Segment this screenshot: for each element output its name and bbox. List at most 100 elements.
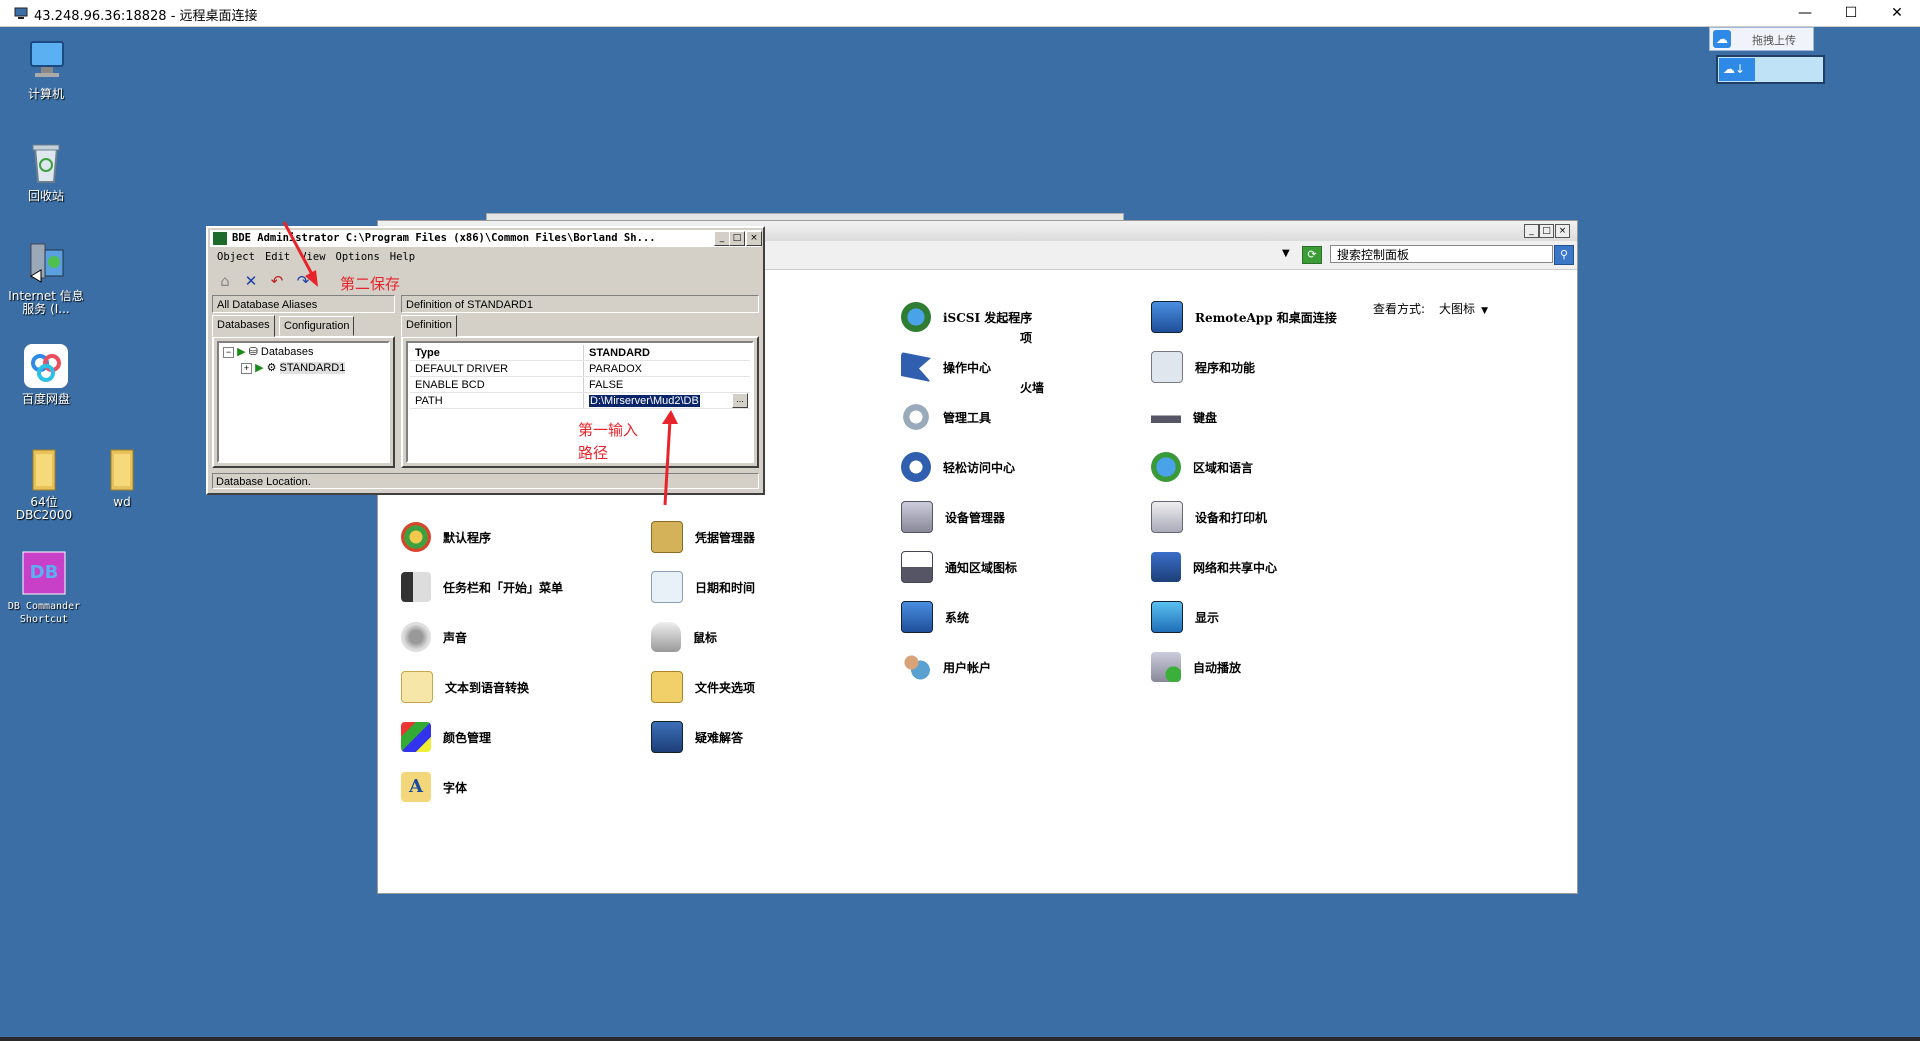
tree-root[interactable]: − ▶ ⛁ Databases (223, 345, 313, 358)
cp-item-sound[interactable]: 声音 (401, 619, 467, 655)
delete-icon[interactable]: ✕ (238, 271, 264, 291)
definition-row[interactable]: PATH D:\Mirserver\Mud2\DB... (410, 392, 750, 409)
desktop-icon-baidu-netdisk[interactable]: 百度网盘 (8, 343, 84, 406)
view-value: 大图标 (1439, 302, 1476, 316)
cp-close-button[interactable]: × (1555, 224, 1570, 238)
minimize-button[interactable]: — (1782, 0, 1828, 26)
cp-item-fonts[interactable]: A 字体 (401, 769, 467, 805)
undo-icon[interactable]: ↶ (264, 271, 290, 291)
cp-item-firewall[interactable]: 火墙 (1020, 369, 1044, 405)
cp-item-iscsi[interactable]: iSCSI 发起程序 (901, 299, 1032, 335)
db-commander-icon: DB (21, 550, 67, 596)
download-arrow-icon: ↓ (1735, 62, 1746, 76)
tab-configuration[interactable]: Configuration (279, 316, 355, 336)
bde-administrator-window: BDE Administrator C:\Program Files (x86)… (206, 226, 765, 495)
menu-view[interactable]: View (295, 249, 330, 265)
cp-item-remoteapp[interactable]: RemoteApp 和桌面连接 (1151, 299, 1337, 335)
cp-item-mouse[interactable]: 鼠标 (651, 619, 717, 655)
search-icon[interactable]: ⚲ (1554, 245, 1574, 265)
cp-item-label: 设备和打印机 (1195, 510, 1268, 525)
cp-item-device-manager[interactable]: 设备管理器 (901, 499, 1005, 535)
baidu-cloud-icon: ☁ (1713, 30, 1731, 48)
desktop-icon-folder-wd[interactable]: wd (84, 446, 160, 509)
definition-row[interactable]: Type STANDARD (410, 345, 750, 361)
maximize-button[interactable]: ☐ (1828, 0, 1874, 26)
cp-item-region[interactable]: 区域和语言 (1151, 449, 1253, 485)
close-button[interactable]: ✕ (1874, 0, 1920, 26)
cp-item-user-accounts[interactable]: 用户帐户 (901, 649, 991, 685)
cp-item-ease-of-access[interactable]: 轻松访问中心 (901, 449, 1015, 485)
definition-value: STANDARD (583, 345, 750, 361)
cp-item-color-management[interactable]: 颜色管理 (401, 719, 491, 755)
desktop-icon-recycle-bin[interactable]: 回收站 (8, 140, 84, 203)
cp-item-programs[interactable]: 程序和功能 (1151, 349, 1255, 385)
open-icon[interactable]: ⌂ (212, 271, 238, 291)
arrow-icon: ▶ (237, 346, 246, 358)
menu-options[interactable]: Options (331, 249, 385, 265)
desktop-icon-db-commander[interactable]: DB DB Commander Shortcut (6, 550, 82, 626)
desktop-icon-iis[interactable]: Internet 信息服务 (I... (8, 240, 84, 316)
refresh-icon[interactable]: ⟳ (1302, 246, 1322, 264)
bde-maximize-button[interactable]: □ (729, 231, 745, 246)
cp-item-admin-tools[interactable]: 管理工具 (901, 399, 991, 435)
view-mode-selector[interactable]: 查看方式: 大图标 ▼ (1373, 300, 1488, 317)
baidu-upload-widget[interactable]: ☁ 拖拽上传 (1709, 27, 1814, 51)
cp-item-default-programs[interactable]: 默认程序 (401, 519, 491, 555)
tab-definition[interactable]: Definition (401, 315, 457, 337)
bde-status-bar: Database Location. (212, 473, 759, 489)
region-icon (1151, 452, 1181, 482)
bde-minimize-button[interactable]: _ (714, 231, 730, 246)
cp-item-label: 用户帐户 (943, 660, 992, 675)
search-input[interactable]: 搜索控制面板 (1330, 245, 1553, 263)
cp-item-display[interactable]: 显示 (1151, 599, 1219, 635)
folder-icon (99, 446, 145, 492)
cp-item-label: 管理工具 (943, 410, 992, 425)
baidu-transfer-box[interactable]: ☁↓ (1716, 55, 1825, 84)
cp-item-system[interactable]: 系统 (901, 599, 969, 635)
cp-item-label: 键盘 (1193, 410, 1218, 425)
cp-item-taskbar[interactable]: 任务栏和「开始」菜单 (401, 569, 563, 605)
iis-icon (23, 240, 69, 286)
desktop-icon-computer[interactable]: 计算机 (8, 38, 84, 101)
definition-row[interactable]: ENABLE BCD FALSE (410, 376, 750, 393)
cp-item-folder-options[interactable]: 文件夹选项 (651, 669, 755, 705)
computer-icon (23, 38, 69, 84)
menu-object[interactable]: Object (212, 249, 260, 265)
menu-help[interactable]: Help (385, 249, 420, 265)
cp-item-action-center[interactable]: 操作中心 (901, 349, 991, 385)
menu-edit[interactable]: Edit (260, 249, 295, 265)
expand-icon[interactable]: + (241, 362, 252, 374)
cp-item-label: 轻松访问中心 (943, 460, 1016, 475)
cp-item-datetime[interactable]: 日期和时间 (651, 569, 755, 605)
cp-item-label: 字体 (443, 780, 468, 795)
cp-maximize-button[interactable]: □ (1539, 224, 1554, 238)
tab-databases[interactable]: Databases (212, 315, 275, 337)
browse-button[interactable]: ... (732, 393, 748, 408)
cp-item-troubleshoot[interactable]: 疑难解答 (651, 719, 743, 755)
chevron-down-icon[interactable]: ▼ (1282, 248, 1290, 259)
admin-tools-icon (901, 402, 931, 432)
cp-item-network[interactable]: 网络和共享中心 (1151, 549, 1277, 585)
collapse-icon[interactable]: − (223, 346, 234, 358)
cp-item-speech[interactable]: 文本到语音转换 (401, 669, 529, 705)
credential-icon (651, 521, 683, 553)
cp-item-label: iSCSI 发起程序 (943, 310, 1033, 325)
right-panel-header: Definition of STANDARD1 (401, 295, 759, 313)
cp-item-autoplay[interactable]: 自动播放 (1151, 649, 1241, 685)
definition-key: ENABLE BCD (410, 376, 584, 393)
cp-item-label: 区域和语言 (1193, 460, 1254, 475)
cp-minimize-button[interactable]: _ (1524, 224, 1539, 238)
definition-row[interactable]: DEFAULT DRIVER PARADOX (410, 360, 750, 377)
tree-item-standard1[interactable]: + ▶ ⚙ STANDARD1 (241, 361, 346, 374)
definition-key: DEFAULT DRIVER (410, 360, 584, 377)
desktop-icon-label: 64位DBC2000 (15, 495, 73, 522)
desktop-icon-folder-dbc[interactable]: 64位DBC2000 (6, 446, 82, 522)
cp-item-notification[interactable]: 通知区域图标 (901, 549, 1017, 585)
bde-close-button[interactable]: × (746, 231, 762, 246)
cp-item-printers[interactable]: 设备和打印机 (1151, 499, 1267, 535)
desktop-icon-label: 百度网盘 (21, 392, 70, 406)
apply-save-icon[interactable]: ↷ (290, 271, 316, 291)
cp-item-credential[interactable]: 凭据管理器 (651, 519, 755, 555)
cp-item-keyboard[interactable]: 键盘 (1151, 399, 1217, 435)
path-input[interactable]: D:\Mirserver\Mud2\DB (589, 394, 700, 407)
